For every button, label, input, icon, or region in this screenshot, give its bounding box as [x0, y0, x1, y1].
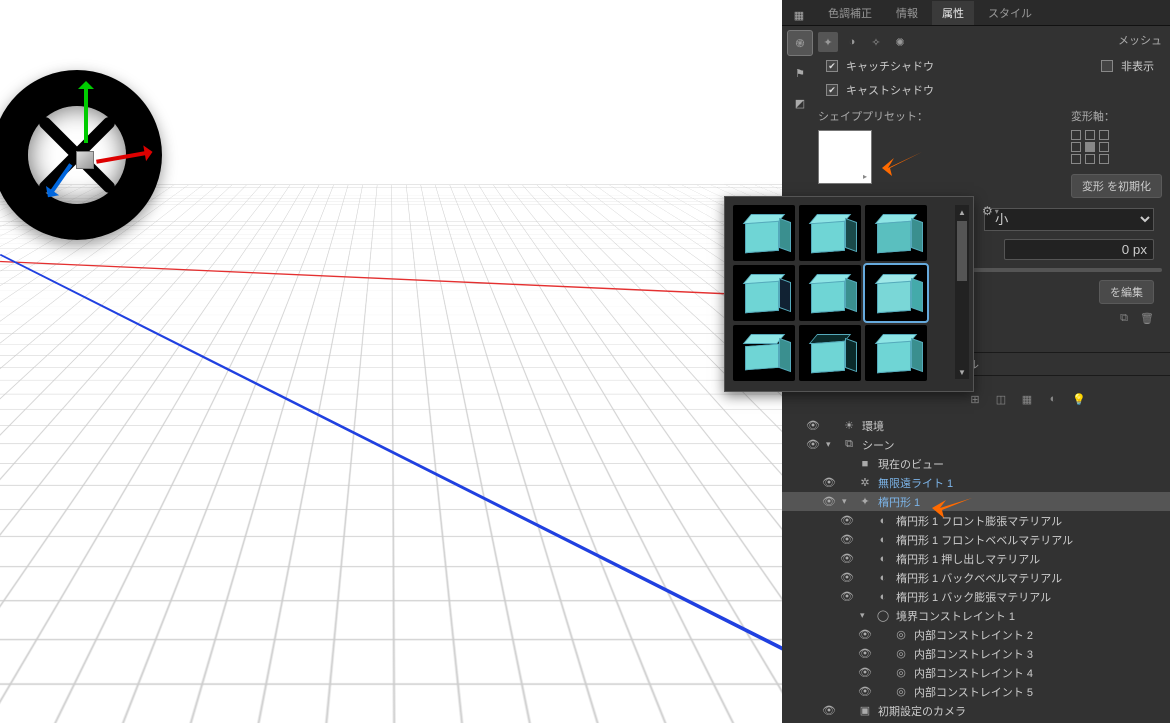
- panel-tabs: 色調補正 情報 属性 スタイル: [782, 0, 1170, 26]
- edit-texture-button[interactable]: を編集: [1099, 280, 1154, 304]
- swatch-icon[interactable]: ◩: [787, 90, 813, 116]
- hide-checkbox[interactable]: [1101, 60, 1113, 72]
- tree-mat-1[interactable]: 👁◐楕円形 1 フロントベベルマテリアル: [782, 530, 1170, 549]
- preset-cell-9[interactable]: [865, 325, 927, 381]
- spiral-icon[interactable]: ֎: [787, 30, 813, 56]
- shape-preset-label: シェイププリセット：: [818, 108, 928, 124]
- tree-view[interactable]: ■現在のビュー: [782, 454, 1170, 473]
- mesh-label: メッシュ: [1118, 32, 1162, 52]
- mesh-icon[interactable]: ▦: [1018, 390, 1036, 408]
- tree-mat-3[interactable]: 👁◐楕円形 1 バックベベルマテリアル: [782, 568, 1170, 587]
- filter-icon[interactable]: ⊞: [966, 390, 984, 408]
- deform-axis-label: 変形軸：: [1071, 108, 1162, 124]
- tree-inner-0[interactable]: 👁◎内部コンストレイント 2: [782, 625, 1170, 644]
- mode-burst-icon[interactable]: ✺: [890, 32, 910, 52]
- scene-tree: 👁☀環境 👁▾⧉シーン ■現在のビュー 👁✲無限遠ライト 1 👁▾✦楕円形 1 …: [782, 414, 1170, 722]
- panel-grid-icon[interactable]: ▦: [786, 2, 812, 28]
- tree-mat-2[interactable]: 👁◐楕円形 1 押し出しマテリアル: [782, 549, 1170, 568]
- preset-cell-7[interactable]: [733, 325, 795, 381]
- duplicate-icon[interactable]: ⧉: [1120, 312, 1128, 325]
- hide-label: 非表示: [1121, 58, 1154, 74]
- tree-mat-4[interactable]: 👁◐楕円形 1 バック膨張マテリアル: [782, 587, 1170, 606]
- reset-deform-button[interactable]: 変形 を初期化: [1071, 174, 1162, 198]
- preset-gear-icon[interactable]: ⚙▾: [982, 204, 999, 218]
- tree-bound-constraint[interactable]: ▾◯境界コンストレイント 1: [782, 606, 1170, 625]
- tree-inner-3[interactable]: 👁◎内部コンストレイント 5: [782, 682, 1170, 701]
- tree-camera[interactable]: 👁▣初期設定のカメラ: [782, 701, 1170, 720]
- catch-shadow-checkbox[interactable]: [826, 60, 838, 72]
- shape-preset-thumb[interactable]: [818, 130, 872, 184]
- catch-shadow-label: キャッチシャドウ: [846, 58, 934, 74]
- tab-style[interactable]: スタイル: [978, 1, 1042, 25]
- object-wheel[interactable]: [0, 70, 162, 240]
- tab-color[interactable]: 色調補正: [818, 1, 882, 25]
- tree-inner-2[interactable]: 👁◎内部コンストレイント 4: [782, 663, 1170, 682]
- scene-panel: ⊞ ◫ ▦ ◐ 💡 👁☀環境 👁▾⧉シーン ■現在のビュー 👁✲無限遠ライト 1…: [782, 384, 1170, 723]
- ground-grid: [0, 224, 782, 723]
- flag-icon[interactable]: ⚑: [787, 60, 813, 86]
- callout-arrow-1: [880, 148, 924, 178]
- deform-axis-grid[interactable]: [1071, 130, 1162, 164]
- material-icon[interactable]: ◐: [1044, 390, 1062, 408]
- tree-inner-1[interactable]: 👁◎内部コンストレイント 3: [782, 644, 1170, 663]
- shape-preset-popup[interactable]: ▲ ▼: [724, 196, 974, 392]
- view-icon[interactable]: ◫: [992, 390, 1010, 408]
- scroll-up-icon[interactable]: ▲: [955, 205, 969, 219]
- callout-arrow-3: [930, 492, 974, 522]
- tab-attributes[interactable]: 属性: [932, 1, 974, 25]
- preset-cell-3[interactable]: [865, 205, 927, 261]
- preset-cell-5[interactable]: [799, 265, 861, 321]
- preset-cell-6[interactable]: [865, 265, 927, 321]
- tree-scene[interactable]: 👁▾⧉シーン: [782, 435, 1170, 454]
- scroll-down-icon[interactable]: ▼: [955, 365, 969, 379]
- tree-mat-0[interactable]: 👁◐楕円形 1 フロント膨張マテリアル: [782, 511, 1170, 530]
- tree-shape[interactable]: 👁▾✦楕円形 1: [782, 492, 1170, 511]
- preset-cell-8[interactable]: [799, 325, 861, 381]
- side-icon-strip: ֎ ⚑ ◩: [784, 30, 816, 116]
- mode-icons: ✦ ◑ ✧ ✺ メッシュ: [818, 26, 1162, 54]
- mode-wand-icon[interactable]: ✧: [866, 32, 886, 52]
- size-dropdown[interactable]: 小: [984, 208, 1154, 231]
- trash-icon[interactable]: 🗑: [1140, 312, 1154, 325]
- preset-cell-2[interactable]: [799, 205, 861, 261]
- tab-info[interactable]: 情報: [886, 1, 928, 25]
- mode-sphere-icon[interactable]: ◑: [842, 32, 862, 52]
- preset-scrollbar[interactable]: ▲ ▼: [955, 205, 969, 379]
- viewport-3d[interactable]: [0, 0, 782, 723]
- mode-star-icon[interactable]: ✦: [818, 32, 838, 52]
- cast-shadow-checkbox[interactable]: [826, 84, 838, 96]
- depth-field[interactable]: [1004, 239, 1154, 260]
- tree-light[interactable]: 👁✲無限遠ライト 1: [782, 473, 1170, 492]
- cast-shadow-label: キャストシャドウ: [846, 82, 934, 98]
- light-icon[interactable]: 💡: [1070, 390, 1088, 408]
- preset-cell-4[interactable]: [733, 265, 795, 321]
- preset-cell-1[interactable]: [733, 205, 795, 261]
- tree-environment[interactable]: 👁☀環境: [782, 416, 1170, 435]
